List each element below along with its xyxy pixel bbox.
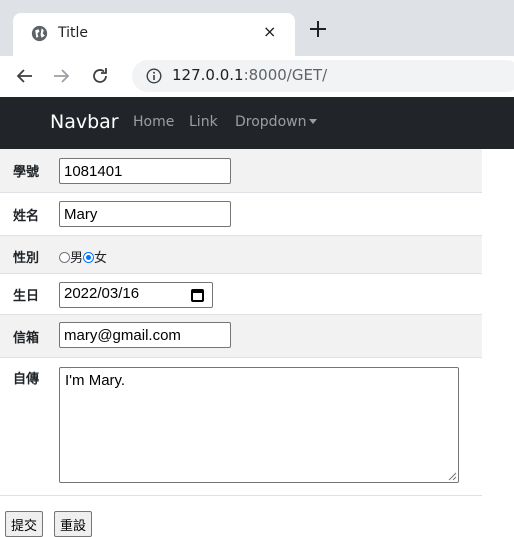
forward-arrow-icon[interactable] <box>50 65 72 87</box>
navbar-brand[interactable]: Navbar <box>50 111 119 133</box>
nav-link-link[interactable]: Link <box>189 114 218 130</box>
address-toolbar: 127.0.0.1:8000/GET/ <box>0 56 514 96</box>
form-row-bio: 自傳 I'm Mary. <box>0 358 482 496</box>
info-icon[interactable] <box>146 68 162 84</box>
birthday-date-input[interactable]: 2022/03/16 <box>59 282 213 308</box>
globe-icon <box>31 25 48 42</box>
tab-title: Title <box>58 25 89 41</box>
gender-label: 性別 <box>13 251 40 266</box>
form-row-gender: 性別 男女 <box>0 236 482 274</box>
reset-button[interactable]: 重設 <box>54 511 93 537</box>
browser-tab[interactable]: Title × <box>13 13 295 56</box>
student-id-label: 學號 <box>13 165 40 180</box>
bio-textarea[interactable]: I'm Mary. <box>59 367 459 483</box>
caret-down-icon <box>309 119 318 124</box>
email-input[interactable] <box>59 322 231 348</box>
form-row-birthday: 生日 2022/03/16 <box>0 274 482 315</box>
name-label: 姓名 <box>13 209 40 224</box>
birthday-value: 2022/03/16 <box>64 285 140 302</box>
gender-radio-female[interactable] <box>83 252 95 263</box>
resize-grip-icon[interactable] <box>447 471 457 481</box>
gender-option-female: 女 <box>94 251 108 266</box>
gender-radio-group: 男女 <box>59 247 107 266</box>
url-text: 127.0.0.1:8000/GET/ <box>172 66 327 84</box>
url-path: :8000/GET/ <box>243 66 328 84</box>
nav-link-home[interactable]: Home <box>133 114 174 130</box>
nav-link-dropdown[interactable]: Dropdown <box>235 114 318 130</box>
browser-tab-strip: Title × <box>0 0 514 56</box>
gender-radio-male[interactable] <box>59 252 70 263</box>
bio-label: 自傳 <box>13 372 40 387</box>
student-id-input[interactable] <box>59 158 231 184</box>
form-row-name: 姓名 <box>0 193 482 236</box>
calendar-icon[interactable] <box>191 289 204 302</box>
name-input[interactable] <box>59 201 231 227</box>
form-row-student-id: 學號 <box>0 149 482 193</box>
submit-button[interactable]: 提交 <box>5 511 44 537</box>
url-bar[interactable]: 127.0.0.1:8000/GET/ <box>132 60 514 92</box>
back-arrow-icon[interactable] <box>14 65 36 87</box>
birthday-label: 生日 <box>13 289 40 304</box>
tab-close-icon[interactable]: × <box>263 22 276 41</box>
nav-dropdown-label: Dropdown <box>235 114 307 130</box>
site-navbar: Navbar Home Link Dropdown <box>0 97 514 149</box>
reload-icon[interactable] <box>89 65 111 87</box>
form-row-email: 信箱 <box>0 315 482 358</box>
url-host: 127.0.0.1 <box>172 66 244 84</box>
gender-option-male: 男 <box>70 251 84 266</box>
new-tab-plus-icon[interactable] <box>307 18 329 40</box>
email-label: 信箱 <box>13 331 40 346</box>
